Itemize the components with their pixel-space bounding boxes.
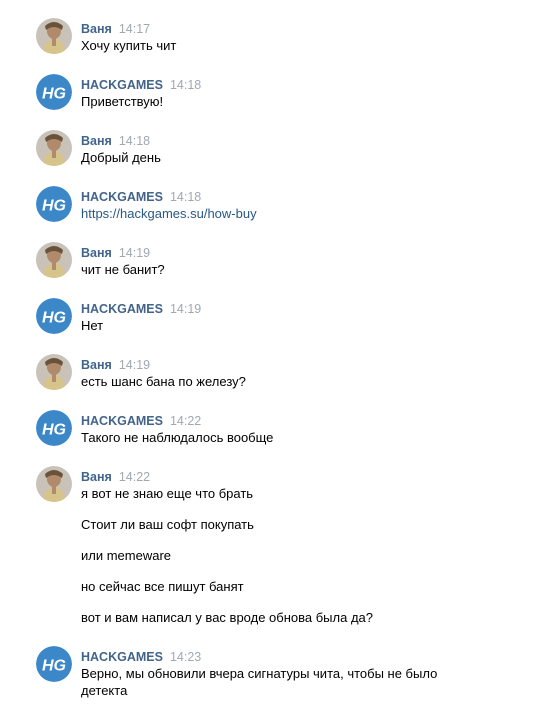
message-author[interactable]: HACKGAMES xyxy=(81,302,163,316)
hg-logo-avatar[interactable]: HG xyxy=(36,410,72,446)
message-text: детекта xyxy=(81,683,128,698)
hg-logo-avatar[interactable]: HG xyxy=(36,298,72,334)
hg-logo-text: HG xyxy=(42,422,66,439)
message-text: я вот не знаю еще что брать xyxy=(81,486,254,501)
message-author[interactable]: Ваня xyxy=(81,246,112,260)
message-time[interactable]: 14:18 xyxy=(119,134,150,148)
message-author[interactable]: Ваня xyxy=(81,22,112,36)
message-author[interactable]: HACKGAMES xyxy=(81,190,163,204)
hg-logo-avatar[interactable]: HG xyxy=(36,646,72,682)
message-author[interactable]: HACKGAMES xyxy=(81,414,163,428)
hg-logo-text: HG xyxy=(42,658,66,675)
message-link[interactable]: https://hackgames.su/how-buy xyxy=(81,205,461,222)
message-time[interactable]: 14:18 xyxy=(170,78,201,92)
message-text: чит не банит? xyxy=(81,262,165,277)
message-time[interactable]: 14:23 xyxy=(170,650,201,664)
message-text: есть шанс бана по железу? xyxy=(81,374,246,389)
user-avatar[interactable] xyxy=(36,242,72,278)
message-text: вот и вам написал у вас вроде обнова был… xyxy=(81,610,373,625)
user-avatar[interactable] xyxy=(36,130,72,166)
message-author[interactable]: HACKGAMES xyxy=(81,78,163,92)
user-avatar[interactable] xyxy=(36,354,72,390)
hg-logo-avatar[interactable]: HG xyxy=(36,186,72,222)
hg-logo-text: HG xyxy=(42,198,66,215)
user-avatar[interactable] xyxy=(36,466,72,502)
message-author[interactable]: Ваня xyxy=(81,134,112,148)
message-time[interactable]: 14:22 xyxy=(170,414,201,428)
hg-logo-avatar[interactable]: HG xyxy=(36,74,72,110)
message-author[interactable]: HACKGAMES xyxy=(81,650,163,664)
message-time[interactable]: 14:19 xyxy=(170,302,201,316)
message-text: но сейчас все пишут банят xyxy=(81,579,244,594)
message-author[interactable]: Ваня xyxy=(81,358,112,372)
message-text: Хочу купить чит xyxy=(81,38,177,53)
message-text: Верно, мы обновили вчера сигнатуры чита,… xyxy=(81,666,438,681)
message-time[interactable]: 14:19 xyxy=(119,246,150,260)
message-text: или memeware xyxy=(81,548,172,563)
user-avatar[interactable] xyxy=(36,18,72,54)
message-text: Нет xyxy=(81,318,104,333)
hg-logo-text: HG xyxy=(42,86,66,103)
message-text: Приветствую! xyxy=(81,94,164,109)
message-time[interactable]: 14:18 xyxy=(170,190,201,204)
message-author[interactable]: Ваня xyxy=(81,470,112,484)
message-time[interactable]: 14:17 xyxy=(119,22,150,36)
hg-logo-text: HG xyxy=(42,310,66,327)
message-text: Добрый день xyxy=(81,150,161,165)
message-time[interactable]: 14:19 xyxy=(119,358,150,372)
message-text: Такого не наблюдалось вообще xyxy=(81,430,274,445)
message-time[interactable]: 14:22 xyxy=(119,470,150,484)
message-text: Стоит ли ваш софт покупать xyxy=(81,517,254,532)
